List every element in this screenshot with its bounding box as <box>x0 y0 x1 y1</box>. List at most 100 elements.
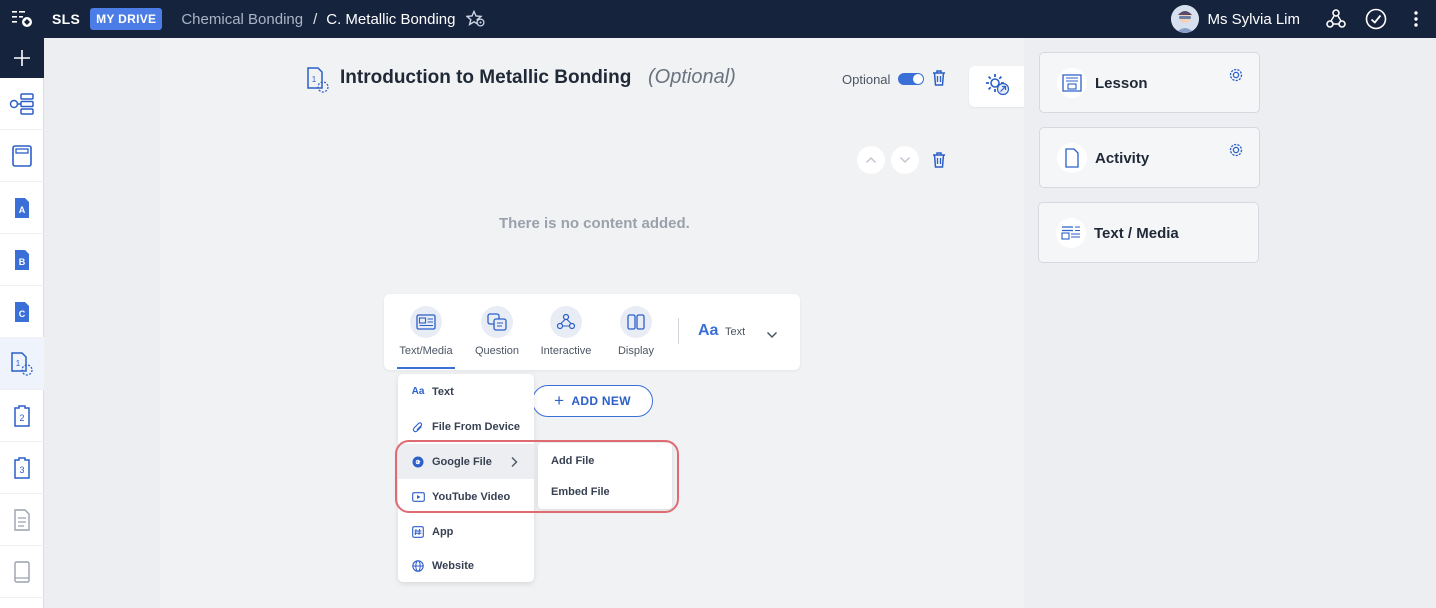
active-tool-indicator <box>397 367 455 369</box>
activity-settings-gear-icon[interactable] <box>1228 142 1244 163</box>
toggle-knob <box>913 74 923 84</box>
section-c-icon[interactable]: C <box>0 286 44 338</box>
globe-icon <box>411 559 425 572</box>
tool-display-label: Display <box>617 345 655 357</box>
menu-item-text-label: Text <box>432 385 454 398</box>
tool-display[interactable]: Display <box>607 306 665 357</box>
optional-toggle[interactable] <box>898 73 924 85</box>
activity-card[interactable]: Activity <box>1039 127 1260 188</box>
text-media-card-icon <box>1056 218 1086 248</box>
svg-text:2: 2 <box>19 413 24 423</box>
menu-item-youtube-video-label: YouTube Video <box>432 490 511 503</box>
user-avatar[interactable] <box>1171 5 1200 33</box>
user-name[interactable]: Ms Sylvia Lim <box>1207 11 1300 28</box>
page-1-title-icon: 1 <box>305 66 331 99</box>
page-3-icon[interactable]: 3 <box>0 442 44 494</box>
chevron-up-icon <box>865 151 877 169</box>
text-media-menu: Aa Text File From Device Google File You… <box>398 374 534 582</box>
menu-item-google-file-label: Google File <box>432 455 492 468</box>
my-drive-badge[interactable]: MY DRIVE <box>90 8 163 30</box>
interactive-icon <box>550 306 582 338</box>
menu-item-file-from-device[interactable]: File From Device <box>398 409 534 444</box>
svg-text:1: 1 <box>16 359 21 368</box>
tool-question[interactable]: Question <box>468 306 526 357</box>
apps-menu-icon[interactable] <box>0 0 44 38</box>
check-circle-icon[interactable] <box>1356 0 1396 38</box>
svg-text:A: A <box>19 205 26 215</box>
lesson-icon <box>1057 68 1087 98</box>
menu-item-google-file[interactable]: Google File <box>398 444 534 479</box>
sls-logo[interactable]: SLS <box>52 11 80 27</box>
activity-card-label: Activity <box>1095 150 1150 167</box>
content-toolbar: Text/Media Question Interactive Display … <box>384 294 800 370</box>
text-media-card[interactable]: Text / Media <box>1038 202 1259 263</box>
empty-content-message: There is no content added. <box>499 215 690 232</box>
menu-item-app-label: App <box>432 525 454 538</box>
lesson-map-icon[interactable] <box>0 78 44 130</box>
right-panel <box>1024 38 1436 608</box>
lesson-card[interactable]: Lesson <box>1039 52 1260 113</box>
svg-text:1: 1 <box>312 75 317 84</box>
page-settings-tab[interactable] <box>969 66 1024 107</box>
text-style-glyph[interactable]: Aa <box>698 322 718 340</box>
display-columns-icon <box>620 306 652 338</box>
menu-item-file-from-device-label: File From Device <box>432 420 521 433</box>
menu-item-website[interactable]: Website <box>398 548 534 583</box>
video-icon <box>411 491 425 502</box>
google-icon <box>411 456 425 468</box>
submenu-embed-file[interactable]: Embed File <box>551 486 610 498</box>
page-title[interactable]: Introduction to Metallic Bonding <box>340 67 631 89</box>
text-style-label[interactable]: Text <box>725 326 745 338</box>
page-1-icon[interactable]: 1 <box>0 338 44 390</box>
lesson-card-label: Lesson <box>1095 75 1148 92</box>
breadcrumb-separator: / <box>313 10 318 28</box>
page-2-icon[interactable]: 2 <box>0 390 44 442</box>
menu-item-website-label: Website <box>432 559 474 572</box>
document-icon[interactable] <box>0 494 44 546</box>
lesson-settings-star-icon[interactable] <box>465 10 486 28</box>
text-style-chevron-down-icon[interactable] <box>766 326 778 344</box>
app-icon <box>411 525 425 538</box>
tool-question-label: Question <box>474 345 520 357</box>
paperclip-icon <box>411 421 425 433</box>
lesson-settings-gear-icon[interactable] <box>1228 67 1244 88</box>
chevron-down-icon <box>899 151 911 169</box>
add-new-button[interactable]: + ADD NEW <box>532 385 653 417</box>
tool-text-media-label: Text/Media <box>399 345 453 357</box>
chevron-right-icon <box>510 455 518 473</box>
menu-item-text[interactable]: Aa Text <box>398 374 534 409</box>
delete-section-icon[interactable] <box>930 151 948 174</box>
settings-gear-icon <box>983 71 1011 102</box>
move-down-button[interactable] <box>891 146 919 174</box>
tool-interactive[interactable]: Interactive <box>536 306 596 357</box>
svg-text:3: 3 <box>19 465 24 475</box>
optional-toggle-label: Optional <box>842 72 891 87</box>
add-new-label: ADD NEW <box>571 394 631 408</box>
delete-page-icon[interactable] <box>930 69 948 92</box>
text-media-card-label: Text / Media <box>1094 225 1179 242</box>
plus-icon: + <box>554 391 565 410</box>
more-options-icon[interactable] <box>1396 0 1436 38</box>
tool-text-media[interactable]: Text/Media <box>397 306 455 357</box>
toolbar-divider <box>678 318 679 344</box>
left-rail: A B C 1 2 3 <box>0 38 44 608</box>
submenu-add-file[interactable]: Add File <box>551 455 594 467</box>
text-media-icon <box>410 306 442 338</box>
book-icon[interactable] <box>0 546 44 598</box>
section-a-icon[interactable]: A <box>0 182 44 234</box>
menu-item-app[interactable]: App <box>398 514 534 549</box>
move-up-button[interactable] <box>857 146 885 174</box>
question-icon <box>481 306 513 338</box>
page-optional-tag: (Optional) <box>648 66 736 88</box>
svg-text:B: B <box>19 257 26 267</box>
notebook-icon[interactable] <box>0 130 44 182</box>
section-b-icon[interactable]: B <box>0 234 44 286</box>
google-file-submenu: Add File Embed File <box>538 443 672 509</box>
activity-icon <box>1057 143 1087 173</box>
collaborate-icon[interactable] <box>1316 0 1356 38</box>
menu-item-youtube-video[interactable]: YouTube Video <box>398 479 534 514</box>
add-section-button[interactable] <box>0 38 44 78</box>
breadcrumb-current: C. Metallic Bonding <box>326 10 456 28</box>
tool-interactive-label: Interactive <box>540 345 592 357</box>
breadcrumb-parent[interactable]: Chemical Bonding <box>181 11 303 28</box>
